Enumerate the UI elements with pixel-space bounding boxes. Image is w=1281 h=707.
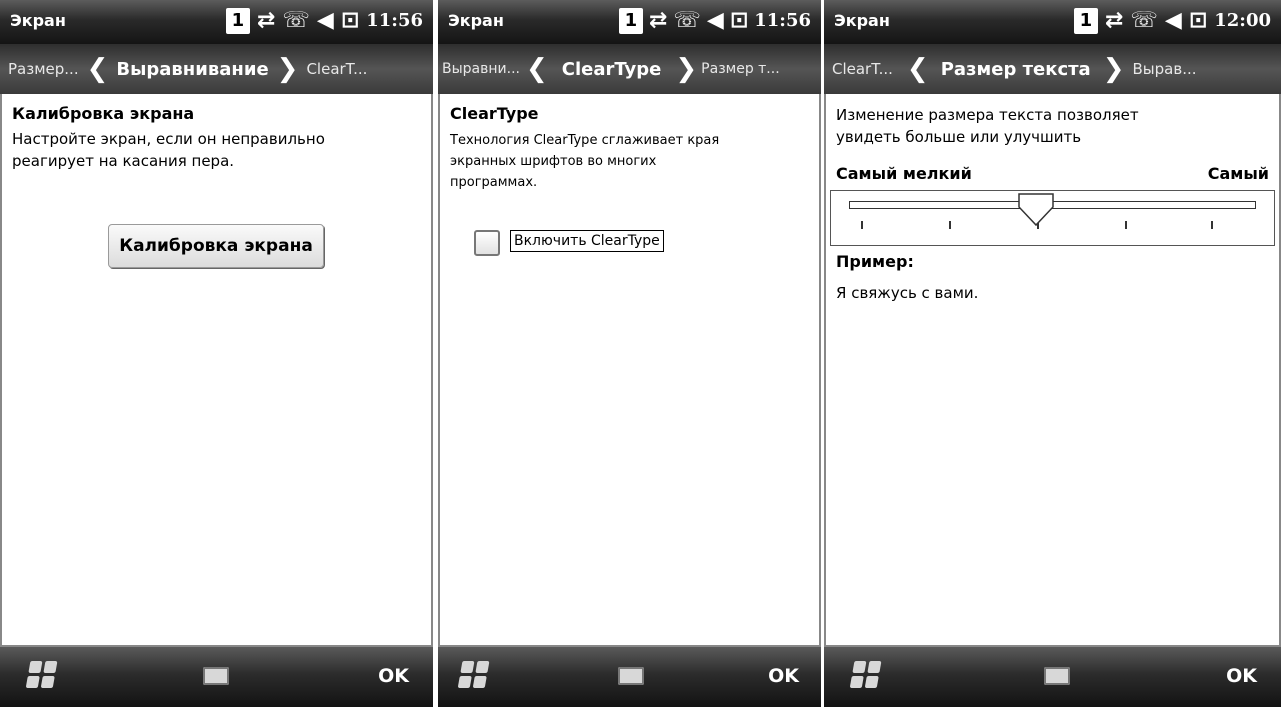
description-line-1: Настройте экран, если он неправильно	[12, 130, 325, 148]
slider-tick	[861, 221, 863, 229]
battery-icon[interactable]: ⊡	[1189, 6, 1207, 36]
notification-count-icon[interactable]: 1	[618, 8, 643, 34]
bottom-bar: OK	[0, 647, 433, 707]
slider-tick	[1125, 221, 1127, 229]
calibrate-screen-button[interactable]: Калибровка экрана	[108, 224, 324, 268]
battery-icon[interactable]: ⊡	[730, 6, 748, 36]
keyboard-icon[interactable]	[618, 667, 644, 685]
tab-next[interactable]: Вырав...	[1133, 60, 1197, 78]
section-heading: Калибровка экрана	[12, 104, 195, 123]
keyboard-icon[interactable]	[1044, 667, 1070, 685]
tab-current[interactable]: Выравнивание	[116, 59, 268, 80]
slider-max-label: Самый	[1207, 164, 1269, 183]
connectivity-icon[interactable]: ⇄	[649, 6, 667, 36]
screen-alignment: Экран 1 ⇄ ☏ ◀ ⊡ 11:56 Размер... ❮ Выравн…	[0, 0, 433, 707]
content-area: Калибровка экрана Настройте экран, если …	[0, 94, 433, 647]
slider-tick	[949, 221, 951, 229]
slider-tick	[1211, 221, 1213, 229]
enable-cleartype-label[interactable]: Включить ClearType	[510, 230, 664, 252]
volume-icon[interactable]: ◀	[1165, 6, 1182, 36]
content-area: ClearType Технология ClearType сглаживае…	[438, 94, 821, 647]
ok-button[interactable]: OK	[378, 665, 409, 687]
tab-prev[interactable]: ClearT...	[832, 60, 893, 78]
clock[interactable]: 11:56	[754, 6, 811, 36]
volume-icon[interactable]: ◀	[707, 6, 724, 36]
chevron-left-icon[interactable]: ❮	[526, 54, 548, 84]
keyboard-icon[interactable]	[203, 667, 229, 685]
phone-icon[interactable]: ☏	[673, 6, 701, 36]
section-heading: ClearType	[450, 104, 539, 123]
ok-button[interactable]: OK	[768, 665, 799, 687]
volume-icon[interactable]: ◀	[317, 6, 334, 36]
example-text: Я свяжусь с вами.	[836, 284, 979, 302]
app-title: Экран	[448, 11, 504, 30]
tab-next[interactable]: Размер т...	[701, 61, 779, 77]
slider-thumb[interactable]	[1018, 193, 1054, 227]
bottom-bar: OK	[824, 647, 1281, 707]
tab-bar: ClearT... ❮ Размер текста ❯ Вырав...	[824, 44, 1281, 94]
description-line-2: увидеть больше или улучшить	[836, 128, 1082, 146]
enable-cleartype-checkbox[interactable]	[474, 230, 500, 256]
slider-min-label: Самый мелкий	[836, 164, 972, 183]
chevron-right-icon[interactable]: ❯	[1103, 54, 1125, 84]
content-area: Изменение размера текста позволяет увиде…	[824, 94, 1281, 647]
title-bar: Экран 1 ⇄ ☏ ◀ ⊡ 11:56	[0, 0, 433, 44]
screen-text-size: Экран 1 ⇄ ☏ ◀ ⊡ 12:00 ClearT... ❮ Размер…	[824, 0, 1281, 707]
screen-cleartype: Экран 1 ⇄ ☏ ◀ ⊡ 11:56 Выравни... ❮ Clear…	[438, 0, 821, 707]
connectivity-icon[interactable]: ⇄	[1105, 6, 1123, 36]
windows-start-icon[interactable]	[457, 661, 491, 689]
notification-count-icon[interactable]: 1	[1073, 8, 1098, 34]
description-line-2: экранных шрифтов во многих	[450, 154, 657, 169]
bottom-bar: OK	[438, 647, 821, 707]
chevron-left-icon[interactable]: ❮	[87, 54, 109, 84]
tab-next[interactable]: ClearT...	[306, 60, 367, 78]
connectivity-icon[interactable]: ⇄	[257, 6, 275, 36]
battery-icon[interactable]: ⊡	[341, 6, 359, 36]
chevron-left-icon[interactable]: ❮	[907, 54, 929, 84]
example-label: Пример:	[836, 252, 914, 271]
chevron-right-icon[interactable]: ❯	[277, 54, 299, 84]
title-bar: Экран 1 ⇄ ☏ ◀ ⊡ 12:00	[824, 0, 1281, 44]
description-line-1: Технология ClearType сглаживает края	[450, 133, 720, 148]
windows-start-icon[interactable]	[849, 661, 883, 689]
phone-icon[interactable]: ☏	[282, 6, 310, 36]
windows-start-icon[interactable]	[25, 661, 59, 689]
description-line-3: программах.	[450, 175, 538, 190]
chevron-right-icon[interactable]: ❯	[675, 54, 697, 84]
ok-button[interactable]: OK	[1226, 665, 1257, 687]
phone-icon[interactable]: ☏	[1130, 6, 1158, 36]
tab-bar: Выравни... ❮ ClearType ❯ Размер т...	[438, 44, 821, 94]
title-bar: Экран 1 ⇄ ☏ ◀ ⊡ 11:56	[438, 0, 821, 44]
clock[interactable]: 11:56	[366, 6, 423, 36]
clock[interactable]: 12:00	[1214, 6, 1271, 36]
app-title: Экран	[10, 11, 66, 30]
description-line-2: реагирует на касания пера.	[12, 152, 235, 170]
tab-bar: Размер... ❮ Выравнивание ❯ ClearT...	[0, 44, 433, 94]
tab-prev[interactable]: Размер...	[8, 60, 79, 78]
text-size-slider[interactable]	[830, 190, 1275, 246]
tab-current[interactable]: Размер текста	[941, 59, 1091, 80]
notification-count-icon[interactable]: 1	[225, 8, 250, 34]
tab-prev[interactable]: Выравни...	[442, 61, 520, 77]
app-title: Экран	[834, 11, 890, 30]
description-line-1: Изменение размера текста позволяет	[836, 106, 1139, 124]
tab-current[interactable]: ClearType	[562, 59, 662, 80]
